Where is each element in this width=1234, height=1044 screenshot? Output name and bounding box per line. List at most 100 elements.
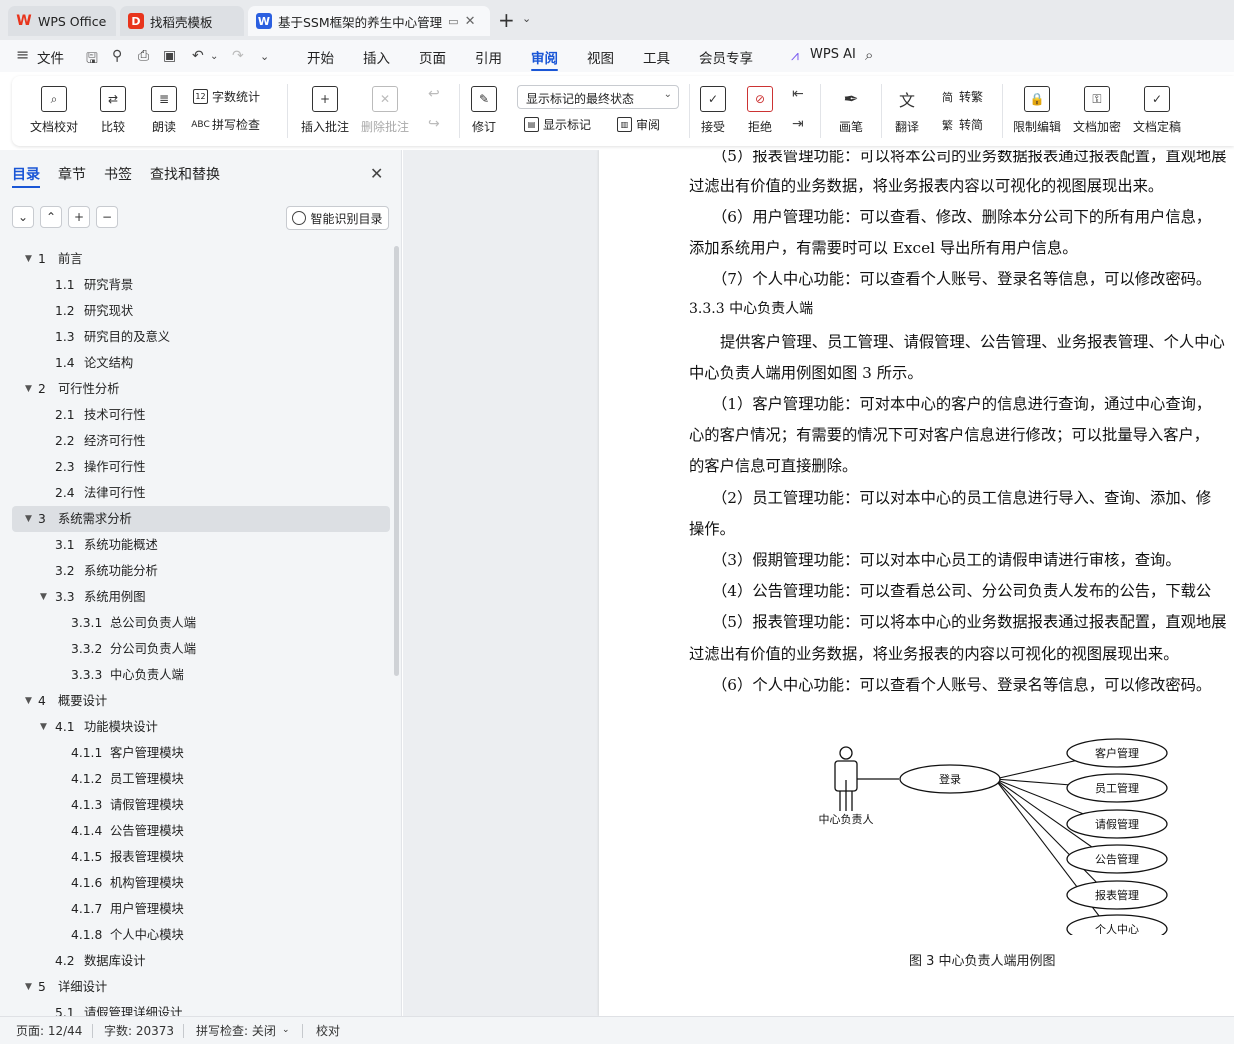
page-indicator[interactable]: 页面: 12/44: [16, 1022, 82, 1039]
expand-toggle-icon[interactable]: ▼: [25, 506, 32, 532]
pen-button[interactable]: ✒ 画笔: [838, 86, 864, 135]
toc-item[interactable]: 1.4 论文结构: [12, 350, 390, 376]
toc-item[interactable]: 4.1.5 报表管理模块: [12, 844, 390, 870]
read-aloud-button[interactable]: ≣ 朗读: [151, 86, 177, 135]
word-count-button[interactable]: 12 字数统计: [193, 88, 260, 105]
review-pane-button[interactable]: ▥ 审阅: [617, 116, 660, 133]
expand-toggle-icon[interactable]: ▼: [40, 584, 47, 610]
tab-current-document[interactable]: W 基于SSM框架的养生中心管理 ▭ ✕: [248, 6, 490, 36]
new-tab-icon[interactable]: +: [498, 10, 515, 30]
redo-icon[interactable]: ↷: [232, 48, 244, 64]
toc-item[interactable]: 4.1.7 用户管理模块: [12, 896, 390, 922]
menu-file[interactable]: 文件: [37, 47, 64, 67]
menu-view[interactable]: 视图: [587, 47, 614, 67]
share-icon[interactable]: ⚲: [112, 48, 122, 64]
tab-find-replace[interactable]: 查找和替换: [150, 164, 220, 184]
expand-toggle-icon[interactable]: ▼: [25, 688, 32, 714]
expand-all-button[interactable]: ⌄: [12, 206, 34, 228]
expand-toggle-icon[interactable]: ▼: [25, 376, 32, 402]
menu-start[interactable]: 开始: [307, 47, 334, 67]
toc-item[interactable]: ▼ 5 详细设计: [12, 974, 390, 1000]
toc-item[interactable]: 1.2 研究现状: [12, 298, 390, 324]
toc-item[interactable]: 4.1.6 机构管理模块: [12, 870, 390, 896]
encrypt-button[interactable]: ⚿ 文档加密: [1073, 86, 1121, 135]
toc-item[interactable]: 4.1.2 员工管理模块: [12, 766, 390, 792]
toc-item[interactable]: ▼ 4.1 功能模块设计: [12, 714, 390, 740]
menu-wps-ai[interactable]: WPS AI: [810, 47, 856, 62]
tab-toc[interactable]: 目录: [12, 164, 40, 188]
toc-item[interactable]: ▼ 3.3 系统用例图: [12, 584, 390, 610]
toc-item[interactable]: 4.1.8 个人中心模块: [12, 922, 390, 948]
close-icon[interactable]: ✕: [370, 164, 383, 183]
print-icon[interactable]: ⎙: [138, 48, 149, 64]
reject-button[interactable]: ⊘ 拒绝: [747, 86, 773, 135]
insert-comment-button[interactable]: + 插入批注: [301, 86, 349, 135]
hamburger-menu-icon[interactable]: ≡: [16, 45, 29, 64]
menu-insert[interactable]: 插入: [363, 47, 390, 67]
previous-change-icon[interactable]: ⇤: [792, 86, 804, 102]
delete-comment-button[interactable]: ✕ 删除批注: [361, 86, 409, 135]
undo-dropdown-icon[interactable]: ⌄: [210, 51, 218, 62]
tab-bookmarks[interactable]: 书签: [104, 164, 132, 184]
markup-view-select[interactable]: 显示标记的最终状态 ⌄: [517, 85, 679, 109]
toc-item[interactable]: 3.3.1 总公司负责人端: [12, 610, 390, 636]
print-preview-icon[interactable]: ▣: [163, 48, 176, 64]
toc-item[interactable]: 3.1 系统功能概述: [12, 532, 390, 558]
smart-toc-button[interactable]: 智能识别目录: [286, 206, 389, 230]
document-page[interactable]: （5）报表管理功能：可以将本公司的业务数据报表通过报表配置，直观地展 过滤出有价值…: [599, 150, 1234, 1016]
toc-item[interactable]: 4.2 数据库设计: [12, 948, 390, 974]
tab-chapters[interactable]: 章节: [58, 164, 86, 184]
toc-item[interactable]: ▼ 1 前言: [12, 246, 390, 272]
toc-item[interactable]: 5.1 请假管理详细设计: [12, 1000, 390, 1016]
tab-docer-templates[interactable]: D 找稻壳模板: [120, 6, 244, 36]
expand-toggle-icon[interactable]: ▼: [40, 714, 47, 740]
menu-member[interactable]: 会员专享: [699, 47, 753, 67]
nav-scrollbar[interactable]: [394, 246, 399, 676]
toc-item[interactable]: 4.1.4 公告管理模块: [12, 818, 390, 844]
finalize-button[interactable]: ✓ 文档定稿: [1133, 86, 1181, 135]
next-change-icon[interactable]: ⇥: [792, 116, 804, 132]
wps-ai-icon[interactable]: ⩘: [791, 48, 799, 64]
toc-item[interactable]: 4.1.1 客户管理模块: [12, 740, 390, 766]
proofread-status[interactable]: 校对: [316, 1022, 340, 1039]
to-traditional-button[interactable]: 简 转繁: [940, 88, 983, 105]
expand-toggle-icon[interactable]: ▼: [25, 246, 32, 272]
track-changes-button[interactable]: ✎ 修订: [471, 86, 497, 135]
tab-wps-office[interactable]: W WPS Office: [8, 6, 116, 36]
to-simplified-button[interactable]: 繁 转简: [940, 116, 983, 133]
toc-item[interactable]: 3.3.3 中心负责人端: [12, 662, 390, 688]
accept-button[interactable]: ✓ 接受: [700, 86, 726, 135]
toc-item[interactable]: 2.2 经济可行性: [12, 428, 390, 454]
search-icon[interactable]: ⌕: [865, 46, 873, 64]
expand-toggle-icon[interactable]: ▼: [25, 974, 32, 1000]
collapse-all-button[interactable]: ⌃: [40, 206, 62, 228]
menu-reference[interactable]: 引用: [475, 47, 502, 67]
chevron-down-icon[interactable]: ⌄: [282, 1025, 290, 1035]
word-count-indicator[interactable]: 字数: 20373: [104, 1022, 174, 1039]
menu-review[interactable]: 审阅: [531, 47, 558, 71]
spell-check-status[interactable]: 拼写检查: 关闭: [196, 1022, 276, 1039]
toc-item[interactable]: 3.3.2 分公司负责人端: [12, 636, 390, 662]
translate-button[interactable]: 文 翻译: [894, 86, 920, 135]
more-quick-access-icon[interactable]: ⌄: [260, 50, 269, 63]
spell-check-button[interactable]: ABC 拼写检查: [191, 116, 260, 133]
toc-item[interactable]: 3.2 系统功能分析: [12, 558, 390, 584]
previous-comment-icon[interactable]: ↩: [428, 86, 440, 102]
chevron-down-icon[interactable]: ⌄: [522, 12, 531, 25]
save-icon[interactable]: 🖫: [86, 48, 98, 72]
toc-item[interactable]: 1.3 研究目的及意义: [12, 324, 390, 350]
close-tab-icon[interactable]: ✕: [465, 14, 476, 29]
toc-item[interactable]: ▼ 2 可行性分析: [12, 376, 390, 402]
toc-item[interactable]: 2.1 技术可行性: [12, 402, 390, 428]
screen-icon[interactable]: ▭: [448, 15, 458, 28]
doc-check-button[interactable]: ⌕ 文档校对: [30, 86, 78, 135]
remove-heading-button[interactable]: −: [96, 206, 118, 228]
undo-icon[interactable]: ↶: [192, 48, 204, 64]
menu-page[interactable]: 页面: [419, 47, 446, 67]
restrict-edit-button[interactable]: 🔒 限制编辑: [1013, 86, 1061, 135]
toc-item[interactable]: ▼ 4 概要设计: [12, 688, 390, 714]
add-heading-button[interactable]: +: [68, 206, 90, 228]
menu-tools[interactable]: 工具: [643, 47, 670, 67]
toc-item[interactable]: 1.1 研究背景: [12, 272, 390, 298]
next-comment-icon[interactable]: ↪: [428, 116, 440, 132]
